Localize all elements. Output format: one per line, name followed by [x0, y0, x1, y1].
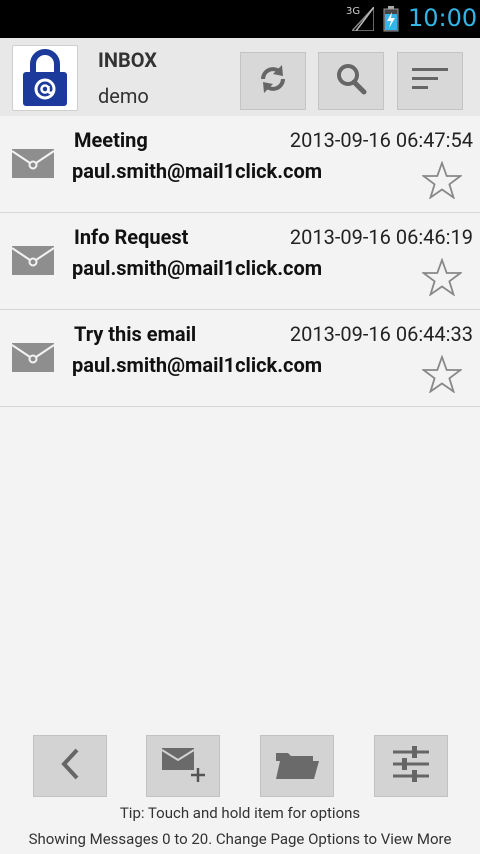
- search-button[interactable]: [318, 52, 384, 110]
- message-row[interactable]: Try this email 2013-09-16 06:44:33 paul.…: [0, 310, 480, 407]
- star-icon[interactable]: [420, 354, 464, 397]
- message-sender: paul.smith@mail1click.com: [72, 256, 323, 280]
- previous-page-button[interactable]: [33, 735, 107, 797]
- compose-button[interactable]: [146, 735, 220, 797]
- refresh-button[interactable]: [240, 52, 306, 110]
- message-date: 2013-09-16 06:46:19: [289, 225, 473, 249]
- message-sender: paul.smith@mail1click.com: [72, 159, 323, 183]
- message-date: 2013-09-16 06:47:54: [289, 128, 473, 152]
- action-bar: INBOX demo: [0, 38, 480, 116]
- settings-button[interactable]: [374, 735, 448, 797]
- status-bar: 3G 10:00: [0, 0, 480, 38]
- folder-icon: [274, 747, 320, 785]
- signal-icon: [350, 5, 375, 35]
- compose-mail-icon: [158, 744, 208, 788]
- search-icon: [333, 61, 369, 101]
- paging-info-text: Showing Messages 0 to 20. Change Page Op…: [28, 830, 452, 848]
- envelope-icon: [11, 243, 55, 281]
- message-list: Meeting 2013-09-16 06:47:54 paul.smith@m…: [0, 116, 480, 407]
- page-title: INBOX: [98, 48, 157, 72]
- folders-button[interactable]: [260, 735, 334, 797]
- lock-at-icon[interactable]: [12, 45, 78, 111]
- tip-text: Tip: Touch and hold item for options: [119, 804, 361, 822]
- sort-button[interactable]: [397, 52, 463, 110]
- sort-icon: [410, 64, 450, 98]
- message-subject: Try this email: [74, 322, 197, 346]
- settings-sliders-icon: [390, 744, 432, 788]
- back-arrow-icon: [58, 747, 82, 785]
- account-name: demo: [98, 84, 149, 108]
- star-icon[interactable]: [420, 257, 464, 300]
- battery-charging-icon: [383, 6, 399, 36]
- envelope-icon: [11, 340, 55, 378]
- star-icon[interactable]: [420, 160, 464, 203]
- envelope-icon: [11, 146, 55, 184]
- message-row[interactable]: Meeting 2013-09-16 06:47:54 paul.smith@m…: [0, 116, 480, 213]
- clock: 10:00: [408, 4, 478, 32]
- bottom-toolbar: [0, 735, 480, 797]
- message-row[interactable]: Info Request 2013-09-16 06:46:19 paul.sm…: [0, 213, 480, 310]
- message-subject: Info Request: [74, 225, 189, 249]
- message-subject: Meeting: [74, 128, 148, 152]
- message-sender: paul.smith@mail1click.com: [72, 353, 323, 377]
- refresh-icon: [255, 61, 291, 101]
- message-date: 2013-09-16 06:44:33: [289, 322, 473, 346]
